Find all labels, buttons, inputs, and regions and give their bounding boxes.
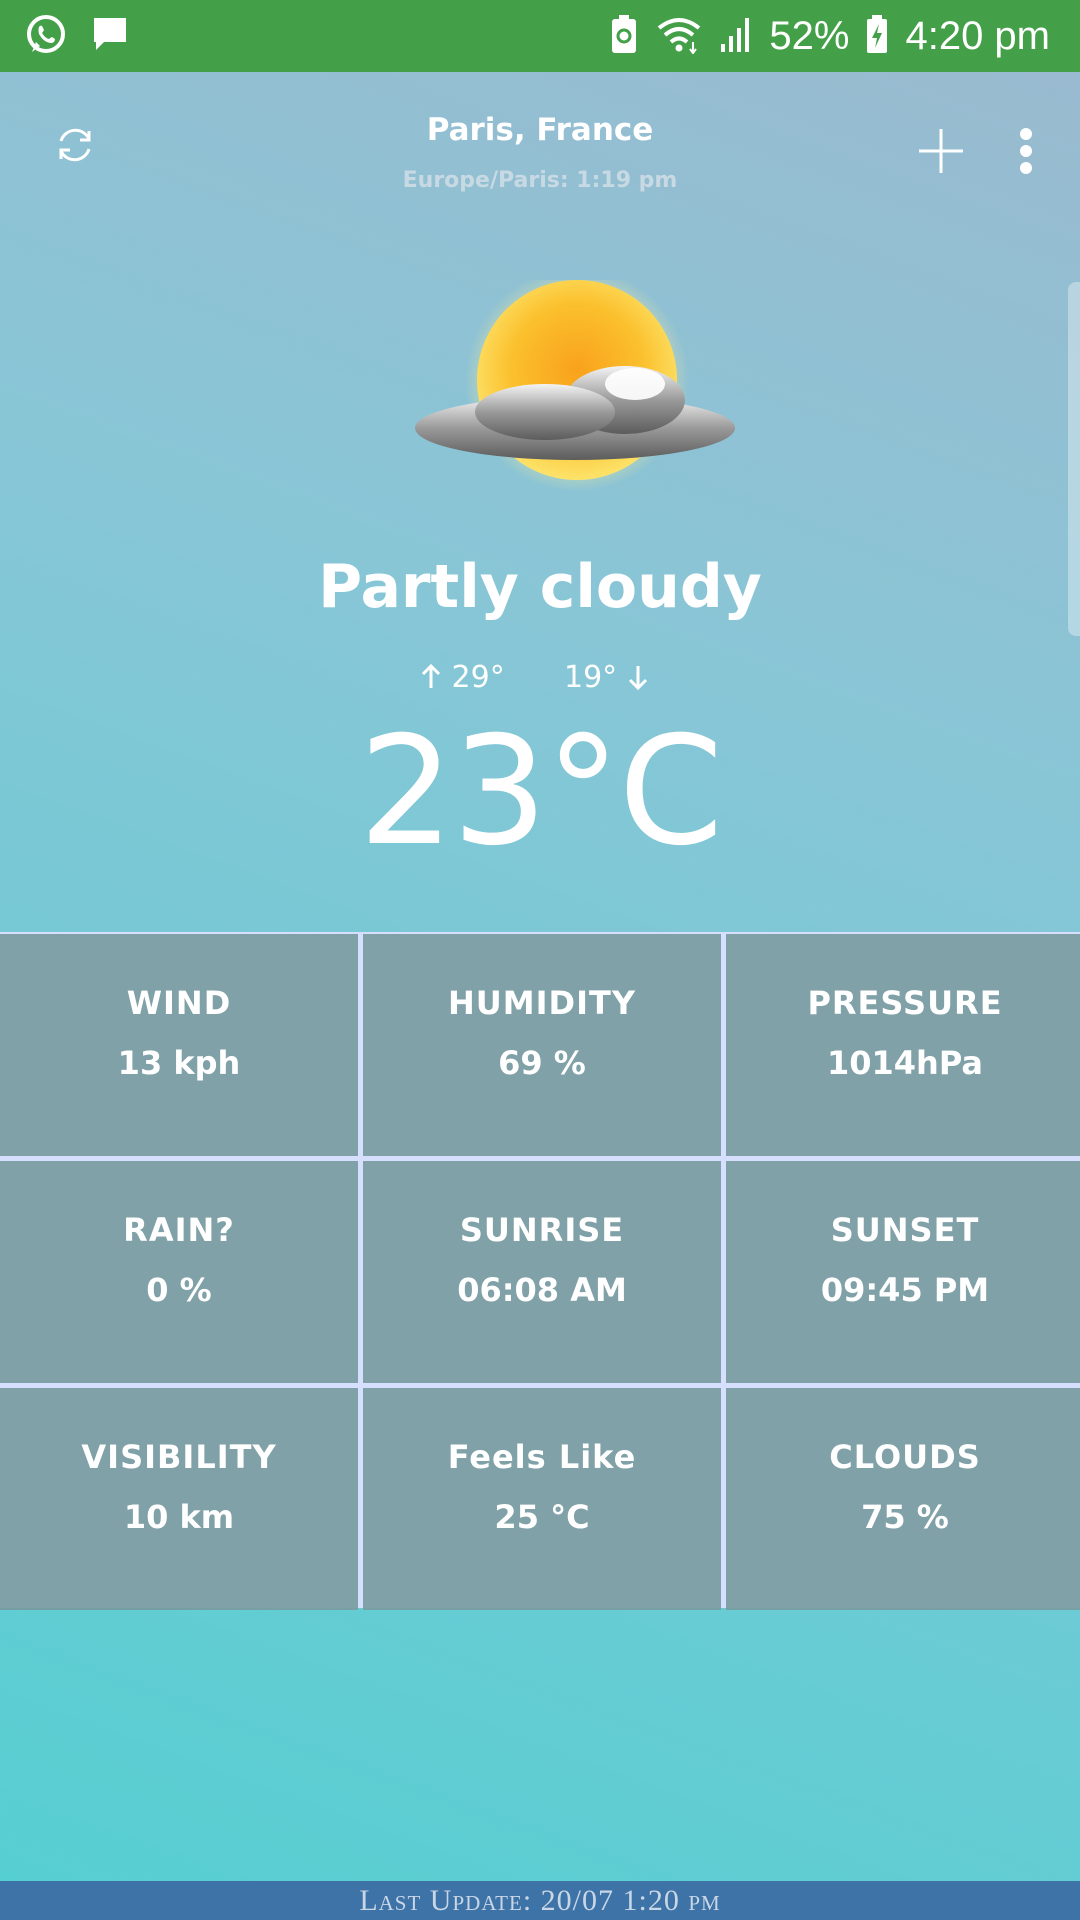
detail-label: RAIN? [123, 1211, 235, 1249]
detail-rain: RAIN? 0 % [0, 1161, 358, 1383]
detail-value: 0 % [146, 1271, 212, 1309]
arrow-down-icon [627, 660, 649, 695]
detail-sunrise: SUNRISE 06:08 AM [363, 1161, 721, 1383]
battery-percent: 52% [769, 13, 850, 58]
detail-value: 1014hPa [826, 1044, 984, 1082]
detail-label: WIND [126, 984, 232, 1022]
add-location-button[interactable] [910, 122, 972, 184]
wifi-icon [655, 14, 703, 58]
detail-value: 13 kph [117, 1044, 241, 1082]
message-icon [90, 14, 130, 58]
temp-high-value: 29° [451, 660, 505, 695]
detail-feels-like: Feels Like 25 °C [363, 1388, 721, 1610]
more-vert-icon [1018, 126, 1034, 180]
detail-value: 09:45 PM [820, 1271, 990, 1309]
signal-icon [719, 14, 753, 58]
battery-saver-icon [609, 14, 639, 58]
clock: 4:20 pm [905, 13, 1050, 58]
detail-value: 75 % [861, 1498, 949, 1536]
detail-label: CLOUDS [829, 1438, 981, 1476]
status-bar: 52% 4:20 pm [0, 0, 1080, 72]
temp-high: 29° [420, 660, 505, 695]
detail-clouds: CLOUDS 75 % [726, 1388, 1080, 1610]
detail-visibility: VISIBILITY 10 km [0, 1388, 358, 1610]
detail-label: VISIBILITY [81, 1438, 277, 1476]
notification-icons [24, 12, 130, 60]
temp-low-value: 19° [564, 660, 618, 695]
weather-details-grid: WIND 13 kph HUMIDITY 69 % PRESSURE 1014h… [0, 932, 1080, 1610]
app-bar: Paris, France Europe/Paris: 1:19 pm [0, 72, 1080, 222]
detail-label: PRESSURE [807, 984, 1003, 1022]
battery-charging-icon [865, 14, 889, 58]
last-update-footer: Last Update: 20/07 1:20 pm [0, 1881, 1080, 1920]
detail-value: 06:08 AM [457, 1271, 627, 1309]
more-options-button[interactable] [1005, 122, 1047, 184]
add-icon [916, 126, 966, 180]
detail-label: SUNSET [830, 1211, 980, 1249]
detail-wind: WIND 13 kph [0, 934, 358, 1156]
detail-label: Feels Like [447, 1438, 637, 1476]
detail-label: SUNRISE [459, 1211, 625, 1249]
detail-pressure: PRESSURE 1014hPa [726, 934, 1080, 1156]
weather-condition: Partly cloudy [318, 552, 762, 622]
temp-low: 19° [564, 660, 649, 695]
detail-label: HUMIDITY [448, 984, 636, 1022]
arrow-up-icon [420, 660, 452, 695]
system-indicators: 52% 4:20 pm [609, 0, 1050, 72]
detail-value: 25 °C [494, 1498, 590, 1536]
detail-value: 69 % [498, 1044, 586, 1082]
detail-humidity: HUMIDITY 69 % [363, 934, 721, 1156]
detail-sunset: SUNSET 09:45 PM [726, 1161, 1080, 1383]
detail-value: 10 km [123, 1498, 235, 1536]
whatsapp-icon [24, 12, 68, 60]
current-temperature: 23°C [358, 705, 724, 879]
partly-cloudy-icon [395, 268, 755, 500]
